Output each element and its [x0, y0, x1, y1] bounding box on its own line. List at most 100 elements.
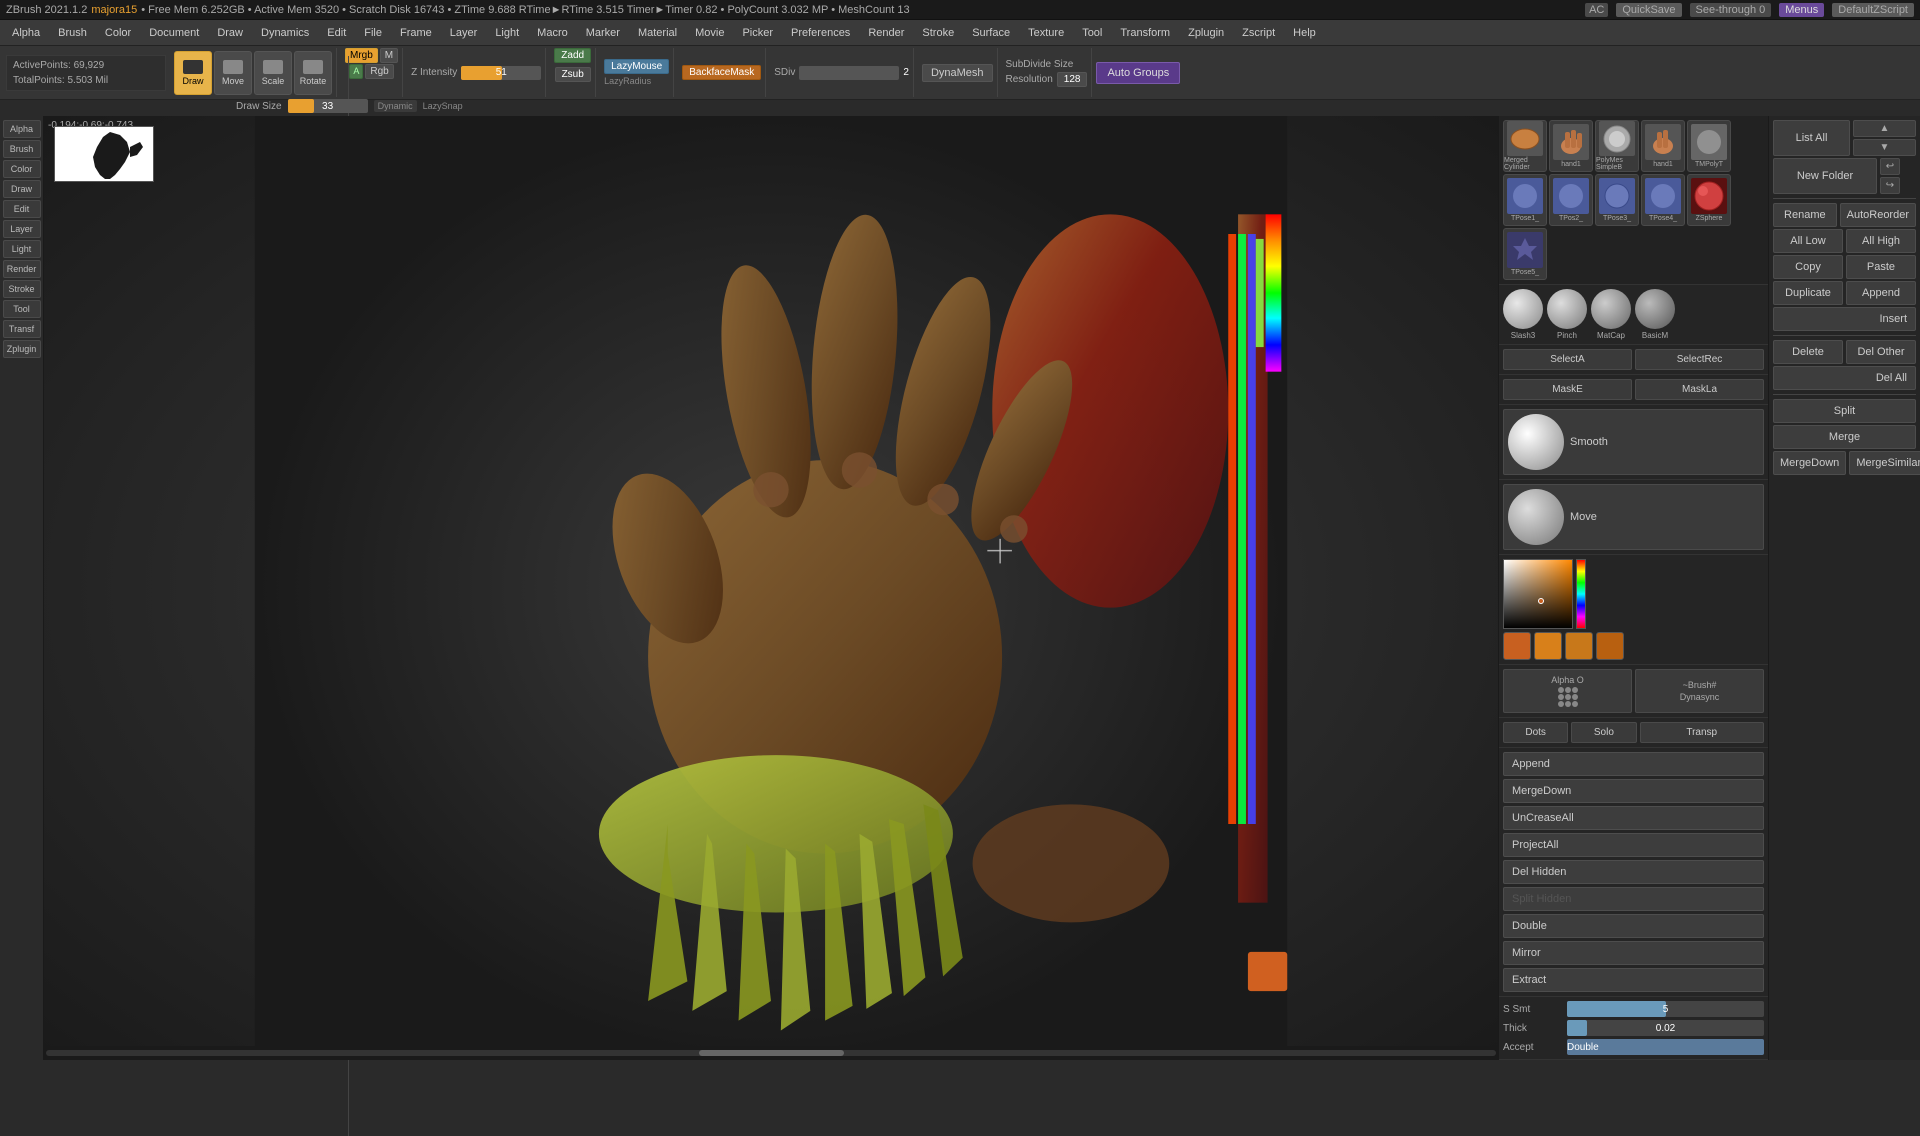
del-other-btn[interactable]: Del Other: [1846, 340, 1916, 364]
preset-tpose4[interactable]: TPose4_: [1641, 174, 1685, 226]
dots-btn[interactable]: Dots: [1503, 722, 1568, 743]
left-tool-1[interactable]: Alpha: [3, 120, 41, 138]
maske-btn[interactable]: MaskE: [1503, 379, 1632, 400]
split-btn[interactable]: Split: [1773, 399, 1916, 423]
preset-polymesh[interactable]: PolyMes SimpleB: [1595, 120, 1639, 172]
preset-hand1a[interactable]: hand1: [1549, 120, 1593, 172]
double-btn[interactable]: Double: [1503, 914, 1764, 938]
menu-light[interactable]: Light: [487, 25, 527, 41]
swatch-orange3[interactable]: [1565, 632, 1593, 660]
preset-tpose3[interactable]: TPose3_: [1595, 174, 1639, 226]
menu-dynamics[interactable]: Dynamics: [253, 25, 317, 41]
preset-zsphere[interactable]: ZSphere: [1687, 174, 1731, 226]
matcap-sphere[interactable]: [1591, 289, 1631, 329]
maskla-btn[interactable]: MaskLa: [1635, 379, 1764, 400]
draw-size-slider[interactable]: 33: [288, 99, 368, 113]
rgb-btn[interactable]: Rgb: [365, 64, 393, 79]
append-op-btn[interactable]: Append: [1503, 752, 1764, 776]
menu-movie[interactable]: Movie: [687, 25, 732, 41]
preset-tpose2[interactable]: TPos2_: [1549, 174, 1593, 226]
menu-surface[interactable]: Surface: [964, 25, 1018, 41]
all-high-btn[interactable]: All High: [1846, 229, 1916, 253]
thick-slider[interactable]: 0.02: [1567, 1020, 1764, 1036]
z-intensity-slider[interactable]: 51: [461, 66, 541, 80]
dyna-mesh-btn[interactable]: DynaMesh: [922, 64, 993, 82]
menu-transform[interactable]: Transform: [1112, 25, 1178, 41]
menu-tool[interactable]: Tool: [1074, 25, 1110, 41]
double-action-btn[interactable]: Double: [1567, 1039, 1764, 1055]
color-gradient-picker[interactable]: [1503, 559, 1573, 629]
menu-layer[interactable]: Layer: [442, 25, 486, 41]
menus-btn[interactable]: Menus: [1779, 3, 1824, 17]
menu-macro[interactable]: Macro: [529, 25, 576, 41]
copy-btn[interactable]: Copy: [1773, 255, 1843, 279]
move-btn[interactable]: Move: [1503, 484, 1764, 550]
menu-marker[interactable]: Marker: [578, 25, 628, 41]
left-tool-11[interactable]: Transf: [3, 320, 41, 338]
see-through-control[interactable]: See-through 0: [1690, 3, 1772, 17]
scroll-bar-bottom[interactable]: [44, 1046, 1498, 1060]
menu-color[interactable]: Color: [97, 25, 139, 41]
merge-down-op-btn[interactable]: MergeDown: [1503, 779, 1764, 803]
new-folder-btn[interactable]: New Folder: [1773, 158, 1877, 194]
zadd-btn[interactable]: Zadd: [554, 48, 591, 63]
quicksave-btn[interactable]: QuickSave: [1616, 3, 1681, 17]
insert-btn[interactable]: Insert: [1773, 307, 1916, 331]
menu-alpha[interactable]: Alpha: [4, 25, 48, 41]
del-hidden-btn[interactable]: Del Hidden: [1503, 860, 1764, 884]
menu-texture[interactable]: Texture: [1020, 25, 1072, 41]
split-hidden-btn[interactable]: Split Hidden: [1503, 887, 1764, 911]
all-low-btn[interactable]: All Low: [1773, 229, 1843, 253]
rotate-btn[interactable]: Rotate: [294, 51, 332, 95]
extract-btn[interactable]: Extract: [1503, 968, 1764, 992]
left-tool-3[interactable]: Color: [3, 160, 41, 178]
menu-stroke[interactable]: Stroke: [914, 25, 962, 41]
selecta-btn[interactable]: SelectA: [1503, 349, 1632, 370]
backface-mask-btn[interactable]: BackfaceMask: [682, 65, 761, 80]
folder-down-btn[interactable]: ▼: [1853, 139, 1916, 156]
auto-reorder-btn[interactable]: AutoReorder: [1840, 203, 1916, 227]
scale-btn[interactable]: Scale: [254, 51, 292, 95]
left-tool-6[interactable]: Layer: [3, 220, 41, 238]
color-hue-bar[interactable]: [1576, 559, 1586, 629]
left-tool-12[interactable]: Zplugin: [3, 340, 41, 358]
mrgb-btn[interactable]: Mrgb: [345, 48, 378, 63]
project-all-btn[interactable]: ProjectAll: [1503, 833, 1764, 857]
menu-material[interactable]: Material: [630, 25, 685, 41]
delete-btn[interactable]: Delete: [1773, 340, 1843, 364]
preset-tmpoly[interactable]: TMPolyT: [1687, 120, 1731, 172]
menu-edit[interactable]: Edit: [319, 25, 354, 41]
sdiv-slider[interactable]: [799, 66, 899, 80]
append-btn[interactable]: Append: [1846, 281, 1916, 305]
left-tool-2[interactable]: Brush: [3, 140, 41, 158]
menu-zscript[interactable]: Zscript: [1234, 25, 1283, 41]
left-tool-10[interactable]: Tool: [3, 300, 41, 318]
merge-similar-btn[interactable]: MergeSimilar: [1849, 451, 1920, 475]
dynamic-label[interactable]: Dynamic: [374, 100, 417, 112]
rename-btn[interactable]: Rename: [1773, 203, 1837, 227]
menu-document[interactable]: Document: [141, 25, 207, 41]
draw-btn[interactable]: Draw: [174, 51, 212, 95]
transp-btn[interactable]: Transp: [1640, 722, 1765, 743]
move-btn[interactable]: Move: [214, 51, 252, 95]
auto-groups-btn[interactable]: Auto Groups: [1096, 62, 1180, 84]
menu-render[interactable]: Render: [860, 25, 912, 41]
menu-draw[interactable]: Draw: [209, 25, 251, 41]
ssmt-slider[interactable]: 5: [1567, 1001, 1764, 1017]
basicm-sphere[interactable]: [1635, 289, 1675, 329]
lazy-mouse-btn[interactable]: LazyMouse: [604, 59, 669, 74]
left-tool-7[interactable]: Light: [3, 240, 41, 258]
menu-zplugin[interactable]: Zplugin: [1180, 25, 1232, 41]
preset-merged-cylinder[interactable]: Merged Cylinder: [1503, 120, 1547, 172]
left-tool-5[interactable]: Edit: [3, 200, 41, 218]
un-crease-all-btn[interactable]: UnCreaseAll: [1503, 806, 1764, 830]
menu-preferences[interactable]: Preferences: [783, 25, 858, 41]
slash3-sphere[interactable]: [1503, 289, 1543, 329]
preset-tpose1[interactable]: TPose1_: [1503, 174, 1547, 226]
del-all-btn[interactable]: Del All: [1773, 366, 1916, 390]
smooth-btn[interactable]: Smooth: [1503, 409, 1764, 475]
menu-file[interactable]: File: [356, 25, 390, 41]
left-tool-8[interactable]: Render: [3, 260, 41, 278]
swatch-orange1[interactable]: [1503, 632, 1531, 660]
select-rec-btn[interactable]: SelectRec: [1635, 349, 1764, 370]
